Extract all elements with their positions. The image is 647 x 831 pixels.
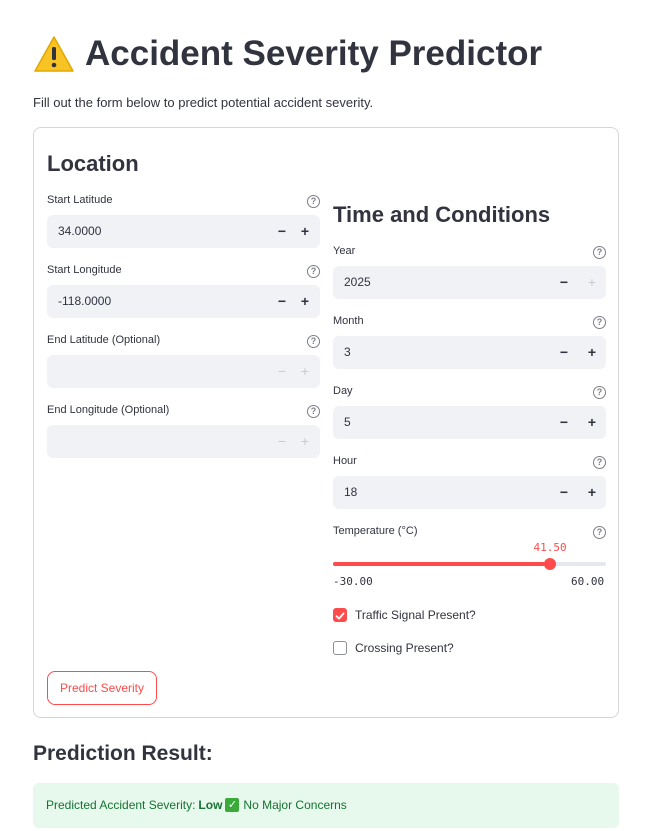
result-message: Predicted Accident Severity: Low ✓ No Ma… [46, 798, 347, 812]
warning-icon [34, 36, 74, 72]
increment-button[interactable]: + [296, 362, 314, 380]
day-value: 5 [344, 415, 351, 429]
crossing-checkbox[interactable] [333, 641, 347, 655]
conditions-heading: Time and Conditions [333, 202, 551, 227]
help-icon[interactable]: ? [593, 456, 606, 469]
predict-severity-button[interactable]: Predict Severity [47, 671, 157, 705]
slider-max: 60.00 [571, 575, 605, 588]
traffic-signal-label[interactable]: Traffic Signal Present? [355, 608, 476, 622]
increment-button[interactable]: + [296, 432, 314, 450]
slider-track[interactable] [333, 558, 606, 570]
hour-value: 18 [344, 485, 358, 499]
help-icon[interactable]: ? [593, 246, 606, 259]
temperature-label: Temperature (°C) [333, 525, 418, 537]
start-latitude-value: 34.0000 [58, 224, 102, 238]
increment-button[interactable]: + [296, 292, 314, 310]
result-note: No Major Concerns [243, 798, 347, 812]
end-latitude-label: End Latitude (Optional) [47, 334, 161, 346]
help-icon[interactable]: ? [307, 265, 320, 278]
check-icon [335, 612, 345, 620]
end-longitude-input[interactable]: − + [47, 425, 320, 458]
help-icon[interactable]: ? [307, 335, 320, 348]
location-heading: Location [47, 151, 139, 176]
decrement-button[interactable]: − [555, 343, 573, 361]
month-input[interactable]: 3 − + [333, 336, 606, 369]
page-title-text: Accident Severity Predictor [85, 34, 543, 73]
slider-thumb[interactable] [544, 558, 556, 570]
page-subtitle: Fill out the form below to predict poten… [33, 95, 374, 110]
help-icon[interactable]: ? [593, 526, 606, 539]
start-latitude-input[interactable]: 34.0000 − + [47, 215, 320, 248]
increment-button[interactable]: + [583, 273, 601, 291]
year-label: Year [333, 245, 356, 257]
check-mark-icon: ✓ [225, 798, 240, 812]
hour-input[interactable]: 18 − + [333, 476, 606, 509]
start-longitude-input[interactable]: -118.0000 − + [47, 285, 320, 318]
traffic-signal-checkbox[interactable] [333, 608, 347, 622]
result-prefix: Predicted Accident Severity: [46, 798, 196, 812]
month-value: 3 [344, 345, 351, 359]
result-heading: Prediction Result: [33, 742, 213, 765]
page-title: Accident Severity Predictor [33, 34, 542, 74]
increment-button[interactable]: + [583, 343, 601, 361]
day-label: Day [333, 385, 353, 397]
decrement-button[interactable]: − [273, 432, 291, 450]
end-latitude-input[interactable]: − + [47, 355, 320, 388]
start-longitude-value: -118.0000 [58, 294, 112, 308]
help-icon[interactable]: ? [593, 386, 606, 399]
help-icon[interactable]: ? [307, 405, 320, 418]
year-input[interactable]: 2025 − + [333, 266, 606, 299]
month-label: Month [333, 315, 364, 327]
end-longitude-label: End Longitude (Optional) [47, 404, 170, 416]
severity-value: Low [198, 798, 223, 812]
year-value: 2025 [344, 275, 371, 289]
hour-label: Hour [333, 455, 357, 467]
temperature-value: 41.50 [533, 541, 567, 554]
decrement-button[interactable]: − [555, 483, 573, 501]
decrement-button[interactable]: − [555, 413, 573, 431]
prediction-form: Location Start Latitude ? 34.0000 − + St… [33, 127, 619, 718]
start-longitude-label: Start Longitude [47, 264, 122, 276]
decrement-button[interactable]: − [273, 222, 291, 240]
slider-min: -30.00 [333, 575, 373, 588]
increment-button[interactable]: + [583, 483, 601, 501]
increment-button[interactable]: + [296, 222, 314, 240]
result-alert: Predicted Accident Severity: Low ✓ No Ma… [33, 783, 619, 828]
day-input[interactable]: 5 − + [333, 406, 606, 439]
decrement-button[interactable]: − [555, 273, 573, 291]
slider-fill [333, 562, 550, 566]
crossing-label[interactable]: Crossing Present? [355, 641, 454, 655]
help-icon[interactable]: ? [307, 195, 320, 208]
help-icon[interactable]: ? [593, 316, 606, 329]
decrement-button[interactable]: − [273, 362, 291, 380]
start-latitude-label: Start Latitude [47, 194, 113, 206]
increment-button[interactable]: + [583, 413, 601, 431]
decrement-button[interactable]: − [273, 292, 291, 310]
